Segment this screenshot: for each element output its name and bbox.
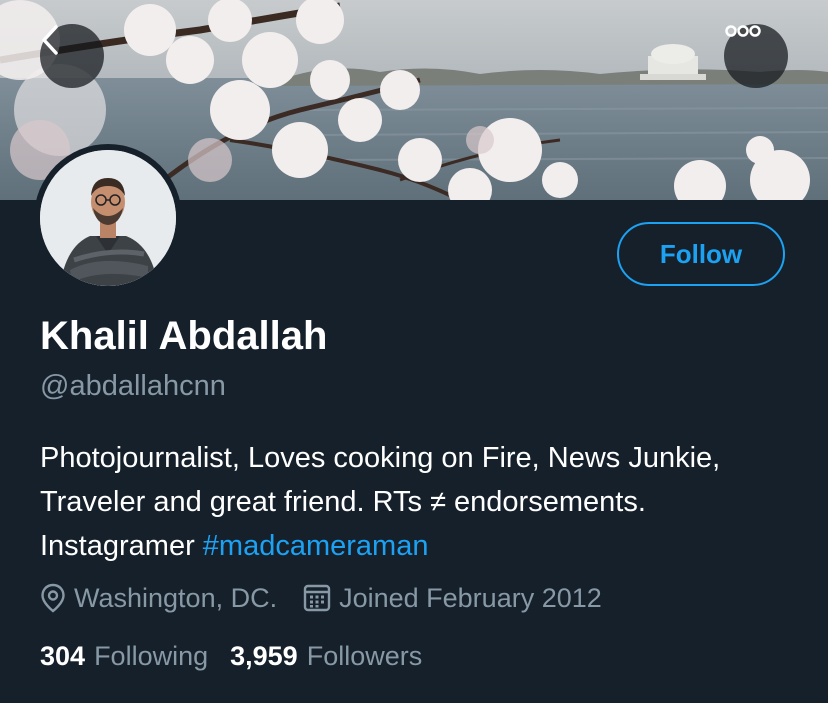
following-link[interactable]: 304 Following (40, 641, 208, 672)
more-horizontal-icon (725, 25, 761, 37)
bio-hashtag-link[interactable]: #madcameraman (203, 530, 429, 562)
more-options-button[interactable] (724, 24, 788, 88)
follow-button[interactable]: Follow (617, 222, 785, 286)
following-count: 304 (40, 640, 86, 671)
location-pin-icon (40, 583, 66, 613)
back-button[interactable] (40, 24, 104, 88)
following-label: Following (94, 640, 209, 671)
profile-bio: Photojournalist, Loves cooking on Fire, … (40, 436, 760, 568)
avatar-image (40, 150, 176, 286)
profile-location: Washington, DC. (74, 582, 278, 613)
chevron-left-icon (42, 25, 58, 55)
profile-meta: Washington, DC. Joined February 2012 (40, 578, 602, 618)
calendar-icon (303, 584, 331, 612)
followers-link[interactable]: 3,959 Followers (230, 641, 422, 672)
followers-count: 3,959 (230, 640, 298, 671)
profile-name: Khalil Abdallah (40, 314, 328, 358)
followers-label: Followers (306, 640, 423, 671)
profile-joined-date: Joined February 2012 (339, 582, 602, 613)
profile-handle: @abdallahcnn (40, 370, 226, 402)
avatar[interactable] (34, 144, 182, 292)
profile-stats: 304 Following 3,959 Followers (40, 636, 422, 676)
